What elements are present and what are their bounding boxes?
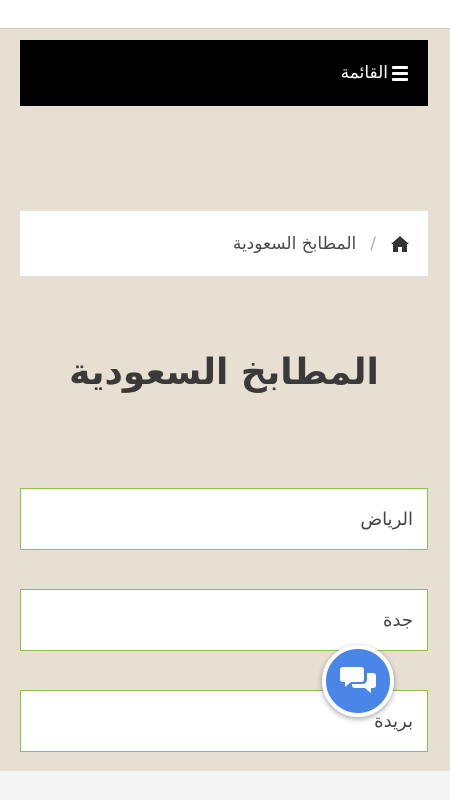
chat-button[interactable]: [322, 645, 394, 717]
city-item-jeddah[interactable]: جدة: [20, 589, 428, 651]
navbar: القائمة: [20, 40, 428, 106]
menu-toggle-button[interactable]: القائمة: [341, 63, 408, 83]
top-bar: [0, 0, 450, 28]
city-label: بريدة: [374, 710, 413, 732]
bars-icon: [392, 65, 408, 81]
breadcrumb-separator: /: [370, 233, 376, 254]
city-item-riyadh[interactable]: الرياض: [20, 488, 428, 550]
bottom-strip: [0, 771, 450, 800]
page-title: المطابخ السعودية: [69, 352, 379, 393]
menu-label: القائمة: [340, 63, 388, 83]
breadcrumb-current: المطابخ السعودية: [232, 233, 357, 254]
city-label: الرياض: [360, 508, 413, 530]
city-label: جدة: [382, 609, 413, 631]
chat-bubbles-icon: [339, 663, 377, 699]
breadcrumb: / المطابخ السعودية: [20, 211, 428, 276]
home-icon[interactable]: [390, 235, 410, 253]
